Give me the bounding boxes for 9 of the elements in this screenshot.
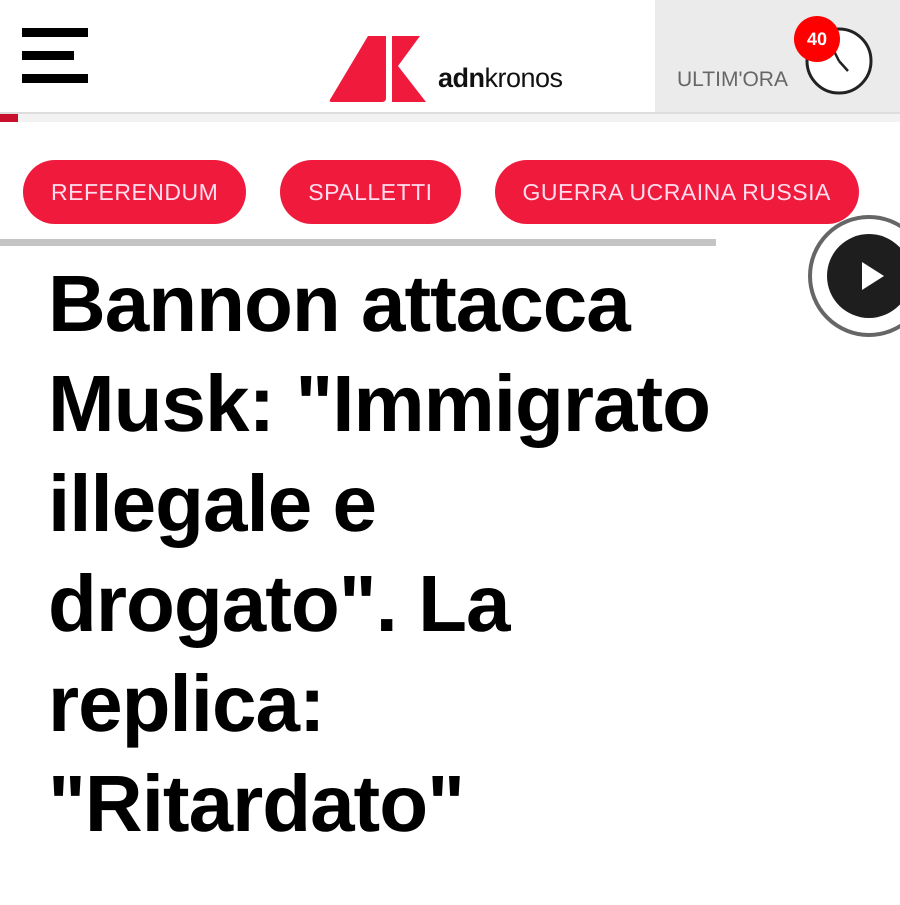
topic-tag[interactable]: REFERENDUM: [23, 160, 246, 224]
notification-badge: 40: [794, 16, 840, 62]
logo-icon: [328, 36, 428, 102]
topic-tag[interactable]: GUERRA UCRAINA RUSSIA: [494, 160, 859, 224]
topic-tag[interactable]: SPALLETTI: [280, 160, 461, 224]
article-headline: Bannon attacca Musk: "Immigrato illegale e drogato". La replica: "Ritardato": [48, 258, 712, 850]
menu-icon[interactable]: [22, 28, 88, 84]
breaking-news-label[interactable]: ULTIM'ORA: [677, 68, 788, 92]
logo-text: adnkronos: [438, 63, 563, 95]
